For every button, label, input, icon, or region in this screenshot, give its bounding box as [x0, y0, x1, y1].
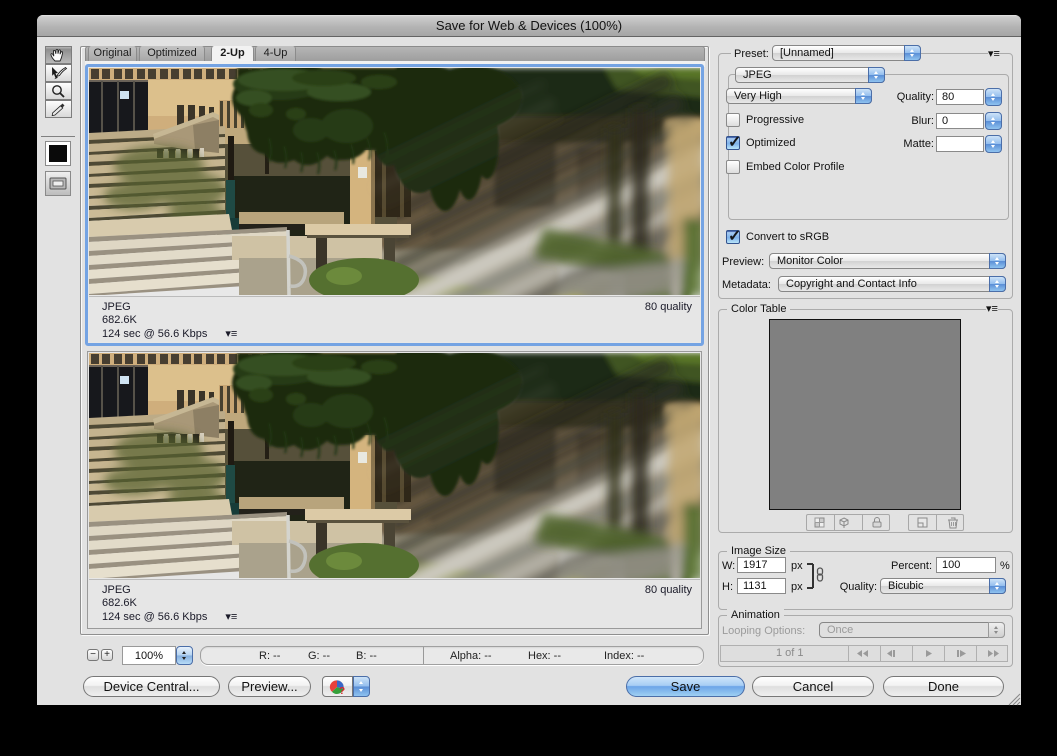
svg-text:?: ?	[339, 686, 345, 696]
